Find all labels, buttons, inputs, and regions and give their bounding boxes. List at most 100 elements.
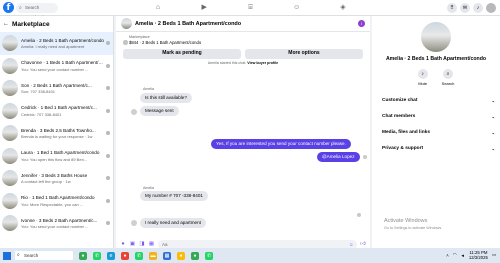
chat-members-item[interactable]: Chat members ⌄	[372, 109, 500, 125]
conversation-item[interactable]: Jennifer · 3 Beds 3 Baths House A contact…	[0, 167, 113, 190]
view-buyer-profile-link[interactable]: View buyer profile	[247, 61, 278, 65]
search-label: Search	[441, 80, 455, 86]
menu-grid-icon[interactable]: ⠿	[447, 3, 457, 13]
back-arrow-icon[interactable]: ←	[3, 21, 9, 27]
search-input[interactable]: ⌕ Search Facebook	[16, 2, 58, 20]
edge-app-icon[interactable]: e	[107, 251, 115, 260]
chrome4-app-icon[interactable]: ●	[191, 251, 199, 260]
message-bubble-outgoing: @Amelia Lopez	[317, 152, 360, 162]
listing-icon	[123, 40, 128, 45]
conversation-preview: A contact left the group · 1w	[21, 179, 71, 184]
files-app-icon[interactable]: ▬	[149, 251, 157, 260]
gaming-icon[interactable]: ◈	[333, 0, 353, 16]
media-files-links-item[interactable]: Media, files and links ⌄	[372, 125, 500, 141]
conversation-name: Son · 2 Beds 1 Bath Apartment/c...	[21, 82, 92, 88]
whatsapp3-app-icon[interactable]: ✆	[205, 251, 213, 260]
customize-chat-item[interactable]: Customize chat ⌄	[372, 93, 500, 109]
conversation-name: Amelia · 2 Beds 1 Bath Apartment/condo	[21, 37, 104, 43]
listing-summary: Marketplace $844 · 2 Beds 1 Bath Apartme…	[116, 32, 370, 45]
video-icon[interactable]: ▶	[194, 0, 214, 16]
conversation-item[interactable]: Rio · 1 Bed 1 Bath Apartment/condo You: M…	[0, 190, 113, 213]
conversation-item[interactable]: Ivonne · 3 Beds 2 Bath Apartment/c... You…	[0, 212, 113, 235]
mark-as-pending-button[interactable]: Mark as pending	[123, 49, 241, 59]
conversation-item[interactable]: Amelia · 2 Beds 1 Bath Apartment/condo Am…	[0, 32, 113, 55]
system-tray: ˄ ◠ ◄ 11:25 PM 12/3/2025 ▭	[446, 250, 496, 260]
seen-avatar	[106, 131, 110, 136]
seen-avatar	[106, 153, 110, 158]
conversation-item[interactable]: Chavonne · 1 Beds 1 Bath Apartment/c... Y…	[0, 55, 113, 78]
volume-icon[interactable]: ◄	[461, 253, 465, 258]
search-icon: ⌕	[19, 4, 22, 11]
more-options-button[interactable]: More options	[245, 49, 363, 59]
windows-taskbar: ⌕ Search ● ✆ e ● ✆ ▬ ▦ ● ● ✆ ˄ ◠ ◄ 11:25 PM 12/3/…	[0, 248, 500, 263]
details-menu: Customize chat ⌄ Chat members ⌄ Media, fil…	[372, 93, 500, 157]
gif-icon[interactable]: ▦	[149, 241, 155, 247]
conversation-item[interactable]: Cedrick · 1 Bed 1 Bath Apartment/c... Ced…	[0, 100, 113, 123]
details-actions: ♪ Mute ⌕ Search	[372, 69, 500, 86]
chat-details-panel: Amelia · 2 Beds 1 Bath Apartment/condo ♪…	[372, 16, 500, 248]
seen-avatar	[106, 63, 110, 68]
chevron-down-icon: ⌄	[491, 114, 495, 119]
marketplace-title: Marketplace	[12, 20, 50, 28]
listing-thumbnail[interactable]	[121, 18, 132, 29]
conversation-item[interactable]: Laura · 1 Bed 1 Bath Apartment/condo You:…	[0, 145, 113, 168]
store-app-icon[interactable]: ▦	[163, 251, 171, 260]
conversation-name: Jennifer · 3 Beds 3 Baths House	[21, 172, 88, 178]
notifications-icon[interactable]: ▭	[492, 252, 496, 258]
activate-windows-watermark: Activate Windows Go to Settings to activ…	[384, 218, 442, 231]
home-icon[interactable]: ⌂	[148, 0, 168, 16]
like-icon[interactable]: 👍︎	[360, 241, 366, 247]
info-icon[interactable]: i	[358, 20, 365, 27]
listing-thumbnail	[2, 215, 18, 232]
conversation-list: Amelia · 2 Beds 1 Bath Apartment/condo Am…	[0, 32, 113, 235]
listing-thumbnail	[2, 170, 18, 187]
seen-avatar	[106, 108, 110, 113]
listing-thumbnail	[2, 192, 18, 209]
mic-icon[interactable]: ●	[120, 241, 126, 247]
bell-icon[interactable]: ♪	[473, 3, 483, 13]
chrome3-app-icon[interactable]: ●	[177, 251, 185, 260]
listing-thumbnail	[2, 147, 18, 164]
taskbar-search[interactable]: ⌕ Search	[15, 251, 73, 260]
privacy-support-item[interactable]: Privacy & support ⌄	[372, 141, 500, 157]
mute-label: Mute	[418, 80, 428, 86]
whatsapp-app-icon[interactable]: ✆	[93, 251, 101, 260]
conversation-name: Rio · 1 Bed 1 Bath Apartment/condo	[21, 195, 95, 200]
conversation-name: Chavonne · 1 Beds 1 Bath Apartment/c...	[21, 60, 104, 65]
conversation-preview: You: You open this flow and 89 Ben...	[21, 156, 88, 162]
listing-thumbnail	[2, 80, 18, 97]
top-navigation-bar: f ⌕ Search Facebook ⌂ ▶ ⌸ ☺ ◈ ⠿ ✉ ♪	[0, 0, 500, 20]
conversation-item[interactable]: Brenda · 3 Beds 2.5 Baths Townho... Brend…	[0, 122, 113, 145]
chat-title[interactable]: Amelia · 2 Beds 1 Bath Apartment/condo	[135, 21, 358, 27]
chrome-app-icon[interactable]: ●	[79, 251, 87, 260]
listing-actions: Mark as pending More options	[116, 45, 370, 59]
facebook-logo[interactable]: f	[3, 2, 14, 13]
clock[interactable]: 11:25 PM 12/3/2025	[469, 250, 488, 260]
marketplace-icon[interactable]: ⌸	[241, 0, 261, 16]
chat-panel: Amelia · 2 Beds 1 Bath Apartment/condo i…	[116, 16, 370, 249]
image-icon[interactable]: ▣	[130, 241, 136, 247]
seen-avatar	[106, 198, 110, 203]
sticker-icon[interactable]: ◨	[139, 241, 145, 247]
windows-start-icon[interactable]	[3, 251, 11, 260]
sender-avatar[interactable]	[131, 220, 137, 226]
read-receipt-icon	[363, 155, 367, 159]
search-button[interactable]: ⌕ Search	[441, 69, 455, 86]
mute-button[interactable]: ♪ Mute	[417, 69, 428, 86]
sender-name: Amelia	[143, 186, 154, 190]
listing-photo[interactable]	[421, 22, 451, 52]
listing-price[interactable]: $844 · 2 Beds 1 Bath Apartment/condo	[129, 40, 201, 45]
profile-avatar[interactable]	[486, 3, 496, 13]
conversation-preview: Brenda is waiting for your response · 1w	[21, 134, 93, 139]
groups-icon[interactable]: ☺	[287, 0, 307, 16]
conversation-name: Brenda · 3 Beds 2.5 Baths Townho...	[21, 127, 96, 133]
chrome2-app-icon[interactable]: ●	[121, 251, 129, 260]
wifi-icon[interactable]: ◠	[453, 252, 457, 258]
conversation-item[interactable]: Son · 2 Beds 1 Bath Apartment/c... Son: 7…	[0, 77, 113, 100]
messenger-icon[interactable]: ✉	[460, 3, 470, 13]
chat-started-text: Amelia started this chat.	[207, 61, 247, 65]
seen-avatar	[106, 86, 110, 91]
sender-avatar[interactable]	[131, 109, 137, 115]
chevron-up-icon[interactable]: ˄	[446, 253, 449, 258]
whatsapp2-app-icon[interactable]: ✆	[135, 251, 143, 260]
